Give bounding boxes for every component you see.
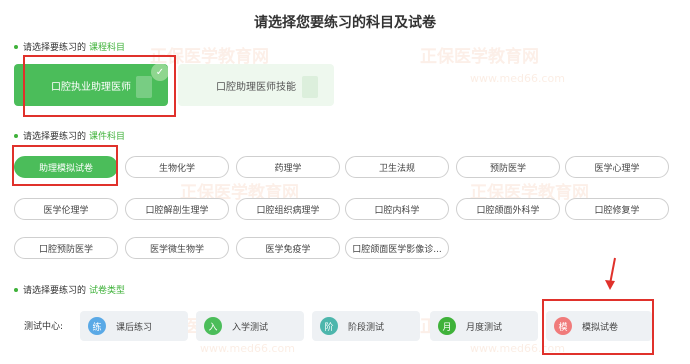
- test-type-label: 月度测试: [466, 322, 503, 333]
- subject-pill[interactable]: 生物化学: [125, 156, 229, 178]
- watermark: 正保医学教育网: [420, 47, 539, 67]
- document-icon: [302, 76, 318, 98]
- test-center-label: 测试中心:: [24, 322, 64, 332]
- watermark-url: www.med66.com: [200, 342, 295, 355]
- test-type-label: 课后练习: [116, 322, 153, 333]
- subject-pill[interactable]: 口腔解剖生理学: [125, 198, 229, 220]
- page-title: 请选择您要练习的科目及试卷: [254, 15, 436, 31]
- subject-pill[interactable]: 医学伦理学: [14, 198, 118, 220]
- section-highlight: 试卷类型: [89, 286, 126, 296]
- subject-pill[interactable]: 口腔颌面外科学: [456, 198, 560, 220]
- subject-pill[interactable]: 医学免疫学: [236, 237, 340, 259]
- subject-section-label: 请选择要练习的 课件科目: [14, 129, 125, 142]
- subject-pill[interactable]: 医学心理学: [565, 156, 669, 178]
- bullet-dot: [14, 287, 18, 292]
- section-highlight: 课程科目: [89, 43, 126, 53]
- bullet-dot: [14, 133, 18, 138]
- practice-badge-icon: 练: [88, 317, 106, 335]
- test-type-label: 阶段测试: [348, 322, 385, 333]
- watermark-url: www.med66.com: [470, 72, 565, 85]
- section-highlight: 课件科目: [89, 132, 126, 142]
- stage-badge-icon: 阶: [320, 317, 338, 335]
- test-type-monthly[interactable]: 月 月度测试: [430, 311, 538, 341]
- annotation-box: [12, 145, 118, 186]
- subject-pill[interactable]: 口腔组织病理学: [236, 198, 340, 220]
- test-type-entrance[interactable]: 入 入学测试: [196, 311, 304, 341]
- subject-pill[interactable]: 口腔颌面医学影像诊...: [345, 237, 449, 259]
- subject-pill[interactable]: 预防医学: [456, 156, 560, 178]
- subject-pill[interactable]: 口腔内科学: [345, 198, 449, 220]
- annotation-box: [23, 55, 176, 117]
- course-section-label: 请选择要练习的 课程科目: [14, 40, 125, 53]
- entrance-badge-icon: 入: [204, 317, 222, 335]
- subject-pill[interactable]: 口腔预防医学: [14, 237, 118, 259]
- bullet-dot: [14, 44, 18, 49]
- annotation-box: [542, 299, 654, 355]
- section-prefix: 请选择要练习的: [23, 132, 87, 142]
- monthly-badge-icon: 月: [438, 317, 456, 335]
- subject-pill[interactable]: 药理学: [236, 156, 340, 178]
- section-prefix: 请选择要练习的: [23, 43, 87, 53]
- subject-pill[interactable]: 卫生法规: [345, 156, 449, 178]
- arrow-down-icon: [605, 257, 616, 290]
- test-type-after-class[interactable]: 练 课后练习: [80, 311, 188, 341]
- subject-pill[interactable]: 医学微生物学: [125, 237, 229, 259]
- test-type-label: 入学测试: [232, 322, 269, 333]
- type-section-label: 请选择要练习的 试卷类型: [14, 283, 125, 296]
- section-prefix: 请选择要练习的: [23, 286, 87, 296]
- course-card-skills[interactable]: 口腔助理医师技能: [178, 64, 334, 106]
- test-type-stage[interactable]: 阶 阶段测试: [312, 311, 420, 341]
- course-card-label: 口腔助理医师技能: [216, 81, 296, 93]
- subject-pill[interactable]: 口腔修复学: [565, 198, 669, 220]
